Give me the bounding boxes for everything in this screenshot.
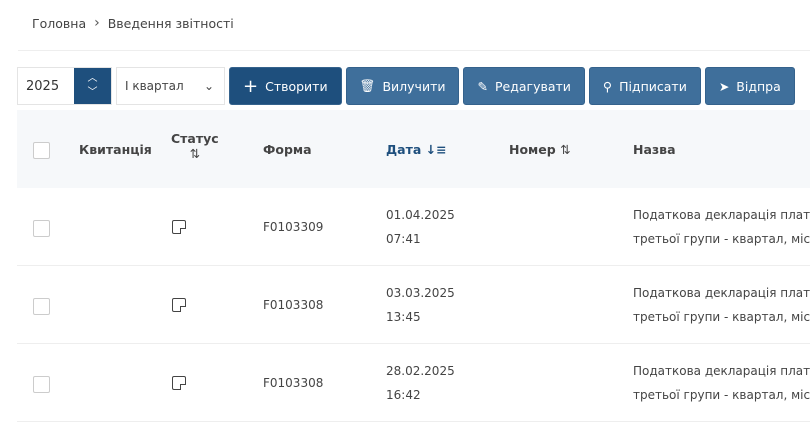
send-label: Відпра (736, 78, 781, 94)
date: 28.02.2025 16:42 (386, 359, 455, 407)
year-stepper[interactable]: ︿ ﹀ (74, 68, 111, 104)
report-name: Податкова декларація плат третьої групи -… (633, 281, 810, 329)
date: 01.04.2025 07:41 (386, 203, 455, 251)
col-status-label: Статус (171, 131, 219, 146)
table-row[interactable]: F0103308 03.03.2025 13:45 Податкова декла… (17, 266, 810, 344)
table-header: Квитанція Статус ⇅ Форма Дата ↓≡ Номер ⇅ … (17, 110, 810, 188)
date: 03.03.2025 13:45 (386, 281, 455, 329)
date-value: 28.02.2025 (386, 364, 455, 378)
pencil-icon: ✎ (477, 78, 488, 94)
col-number-label: Номер (509, 142, 556, 157)
document-icon (172, 220, 186, 234)
row-checkbox[interactable] (33, 220, 50, 237)
delete-label: Вилучити (382, 78, 446, 94)
create-button[interactable]: + Створити (229, 67, 342, 105)
chevron-down-icon[interactable]: ﹀ (88, 86, 98, 100)
sort-desc-icon[interactable]: ↓≡ (426, 142, 447, 157)
sort-icon[interactable]: ⇅ (560, 142, 570, 157)
sign-button[interactable]: ⚲ Підписати (588, 67, 701, 105)
date-value: 01.04.2025 (386, 208, 455, 222)
send-button[interactable]: ➤ Відпра (704, 67, 795, 105)
date-value: 03.03.2025 (386, 286, 455, 300)
report-name: Податкова декларація плат третьої групи -… (633, 203, 810, 251)
row-checkbox[interactable] (33, 376, 50, 393)
trash-icon: 🗑 (359, 78, 376, 93)
year-value: 2025 (26, 78, 60, 94)
document-icon (172, 376, 186, 390)
edit-label: Редагувати (494, 78, 571, 94)
name-line1: Податкова декларація плат (633, 286, 810, 300)
year-input[interactable]: 2025 ︿ ﹀ (17, 67, 112, 105)
document-icon (172, 298, 186, 312)
col-number[interactable]: Номер ⇅ (509, 142, 571, 157)
table-row[interactable]: F0103309 01.04.2025 07:41 Податкова декла… (17, 188, 810, 266)
breadcrumb: Головна › Введення звітності (32, 15, 234, 31)
key-icon: ⚲ (602, 78, 613, 94)
toolbar: 2025 ︿ ﹀ І квартал ⌄ + Створити 🗑 Вилучити… (17, 67, 795, 105)
col-form[interactable]: Форма (263, 142, 312, 157)
time-value: 16:42 (386, 388, 421, 402)
select-all-checkbox[interactable] (33, 142, 50, 159)
plus-icon: + (243, 75, 259, 97)
table-row[interactable]: F0103308 28.02.2025 16:42 Податкова декла… (17, 344, 810, 422)
col-date-label: Дата (386, 142, 422, 157)
form-code: F0103308 (263, 376, 324, 390)
col-date[interactable]: Дата ↓≡ (386, 142, 447, 157)
col-status[interactable]: Статус ⇅ (171, 131, 219, 161)
col-name[interactable]: Назва (633, 142, 676, 157)
time-value: 13:45 (386, 310, 421, 324)
divider (18, 50, 810, 51)
form-code: F0103308 (263, 298, 324, 312)
name-line2: третьої групи - квартал, міс (633, 388, 810, 402)
sort-icon[interactable]: ⇅ (171, 146, 219, 161)
quarter-select[interactable]: І квартал ⌄ (116, 67, 225, 105)
create-label: Створити (265, 78, 328, 94)
delete-button[interactable]: 🗑 Вилучити (345, 67, 460, 105)
name-line2: третьої групи - квартал, міс (633, 232, 810, 246)
sign-label: Підписати (619, 78, 687, 94)
quarter-value: І квартал (125, 79, 184, 93)
chevron-up-icon[interactable]: ︿ (88, 72, 98, 86)
form-code: F0103309 (263, 220, 324, 234)
edit-button[interactable]: ✎ Редагувати (463, 67, 585, 105)
chevron-right-icon: › (94, 15, 100, 31)
time-value: 07:41 (386, 232, 421, 246)
breadcrumb-home[interactable]: Головна (32, 16, 86, 31)
row-checkbox[interactable] (33, 298, 50, 315)
name-line1: Податкова декларація плат (633, 208, 810, 222)
report-name: Податкова декларація плат третьої групи -… (633, 359, 810, 407)
chevron-down-icon: ⌄ (203, 79, 214, 93)
breadcrumb-current: Введення звітності (107, 15, 234, 31)
col-receipt[interactable]: Квитанція (79, 142, 152, 157)
name-line1: Податкова декларація плат (633, 364, 810, 378)
send-icon: ➤ (718, 78, 730, 94)
name-line2: третьої групи - квартал, міс (633, 310, 810, 324)
